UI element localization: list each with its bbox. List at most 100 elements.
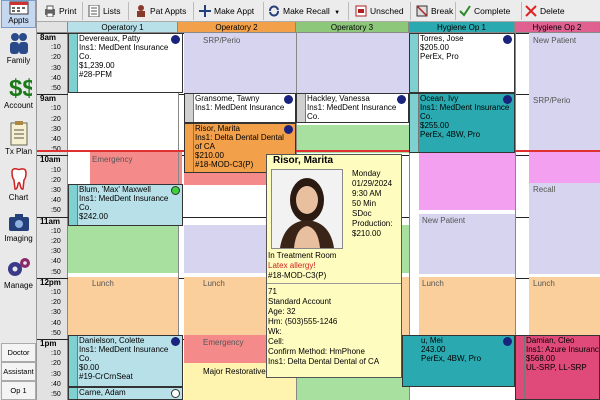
- appointment-mei[interactable]: u, Mei 243.00 PerEx, 4BW, Pro: [402, 335, 515, 387]
- current-time-line: [37, 150, 600, 152]
- appointment-devereaux[interactable]: Devereaux, Patty Ins1: MedDent Insurance…: [68, 33, 183, 93]
- block-label: Major Restorative: [203, 367, 266, 376]
- hour-label: 10am: [40, 155, 61, 165]
- module-sidebar: Appts Family $$ Account Tx Plan Chart Im…: [0, 0, 37, 400]
- make-recall-button[interactable]: Make Recall ▼: [267, 2, 340, 20]
- status-dot-icon: [284, 95, 293, 104]
- assistant-button[interactable]: Assistant: [1, 362, 36, 381]
- appointment-torres[interactable]: Torres, Jose $205.00 PerEx, Pro: [409, 33, 515, 93]
- camera-icon: [8, 214, 29, 231]
- break-icon: [416, 5, 428, 17]
- sidebar-item-appts[interactable]: Appts: [1, 0, 36, 28]
- minute-label: :30: [51, 248, 61, 256]
- minute-label: :30: [51, 309, 61, 317]
- block-label: Emergency: [92, 155, 133, 164]
- minute-label: :10: [51, 350, 61, 358]
- minute-label: :10: [51, 44, 61, 52]
- sidebar-item-txplan[interactable]: Tx Plan: [1, 120, 36, 160]
- sidebar-item-label: Imaging: [4, 234, 33, 243]
- op-header-operatory-1: Operatory 1: [68, 22, 178, 33]
- minute-label: :40: [51, 319, 61, 327]
- lists-button[interactable]: Lists: [87, 2, 120, 20]
- minute-label: :10: [51, 166, 61, 174]
- minute-label: :20: [51, 299, 61, 307]
- op-header-operatory-3: Operatory 3: [296, 22, 409, 33]
- gears-icon: [7, 258, 30, 276]
- minute-label: :20: [51, 115, 61, 123]
- lunch-block: [68, 277, 178, 335]
- minute-label: :30: [51, 125, 61, 133]
- status-dot-icon: [171, 337, 180, 346]
- calendar-icon: [9, 1, 28, 15]
- minute-label: :50: [51, 391, 61, 398]
- dollar-icon: $$: [9, 75, 32, 100]
- block-label: New Patient: [422, 216, 466, 225]
- sidebar-item-manage[interactable]: Manage: [1, 256, 36, 296]
- hour-label: 1pm: [40, 339, 57, 348]
- appointment-hackley[interactable]: Hackley, Vanessa Ins1: MedDent Insurance…: [296, 93, 409, 123]
- minute-label: :50: [51, 207, 61, 215]
- appointment-damian[interactable]: Damian, Cleo Ins1: Azure Insurance $568.…: [515, 335, 600, 400]
- plus-icon: [199, 5, 211, 17]
- checkmark-icon: [459, 5, 471, 17]
- sidebar-item-label: Chart: [8, 193, 29, 202]
- sidebar-item-label: Tx Plan: [4, 147, 33, 156]
- minute-label: :40: [51, 380, 61, 388]
- appointment-toolbar: Print Lists Pat Appts Make Appt Make Rec…: [37, 0, 600, 22]
- make-appt-button[interactable]: Make Appt: [198, 2, 254, 20]
- print-button[interactable]: Print: [43, 2, 76, 20]
- appointment-blum[interactable]: Blum, 'Max' Maxwell Ins1: MedDent Insura…: [68, 184, 183, 226]
- sidebar-item-imaging[interactable]: Imaging: [1, 211, 36, 251]
- patient-icon: [137, 5, 145, 17]
- sidebar-item-family[interactable]: Family: [1, 31, 36, 69]
- appointment-carne[interactable]: Carne, Adam: [68, 387, 183, 400]
- minute-label: :30: [51, 64, 61, 72]
- minute-label: :10: [51, 289, 61, 296]
- block-label: Lunch: [203, 279, 225, 288]
- delete-button[interactable]: Delete: [524, 2, 565, 20]
- unsched-button[interactable]: Unsched: [354, 2, 404, 20]
- delete-x-icon: [525, 5, 537, 17]
- status-dot-icon: [171, 35, 180, 44]
- status-dot-icon: [284, 125, 293, 134]
- minute-label: :30: [51, 370, 61, 378]
- block-label: Recall: [533, 185, 556, 194]
- chevron-down-icon[interactable]: ▼: [334, 10, 340, 16]
- sidebar-item-chart[interactable]: Chart: [1, 166, 36, 206]
- sidebar-item-label: Appts: [8, 16, 29, 25]
- status-dot-icon: [171, 389, 180, 398]
- hour-label: 12pm: [40, 277, 61, 287]
- svg-text:$$: $$: [9, 75, 32, 100]
- block-label: Emergency: [203, 338, 244, 347]
- hour-label: 9am: [40, 94, 57, 104]
- block-label: Lunch: [533, 279, 555, 288]
- sidebar-item-account[interactable]: $$ Account: [1, 74, 36, 114]
- block-label: New Patient: [533, 36, 577, 45]
- allergy-alert: Latex allergy!: [268, 261, 316, 270]
- status-dot-icon: [503, 95, 512, 104]
- minute-label: :40: [51, 74, 61, 82]
- appointment-ocean[interactable]: Ocean, Ivy Ins1: MedDent Insurance Co. $…: [409, 93, 515, 153]
- pat-appts-button[interactable]: Pat Appts: [134, 2, 186, 20]
- popup-patient-name: Risor, Marita: [273, 155, 334, 166]
- recall-arrows-icon: [269, 5, 279, 17]
- minute-label: :40: [51, 136, 61, 143]
- minute-label: :50: [51, 85, 61, 92]
- complete-button[interactable]: Complete: [458, 2, 510, 20]
- printer-icon: [45, 5, 55, 17]
- patient-photo: [271, 169, 343, 249]
- op1-button[interactable]: Op 1: [1, 381, 36, 400]
- status-dot-icon: [171, 186, 180, 195]
- appointment-danielson[interactable]: Danielson, Colette Ins1: MedDent Insuran…: [68, 335, 183, 387]
- status-dot-icon: [503, 337, 512, 346]
- block-label: Lunch: [92, 279, 114, 288]
- doctor-button[interactable]: Doctor: [1, 343, 36, 362]
- tooth-icon: [10, 168, 27, 190]
- minute-label: :30: [51, 187, 61, 194]
- minute-label: :40: [51, 258, 61, 266]
- appointment-gransome[interactable]: Gransome, Tawny Ins1: MedDent Insurance: [184, 93, 296, 123]
- break-button[interactable]: Break: [415, 2, 453, 20]
- block-label: Lunch: [422, 279, 444, 288]
- clipboard-icon: [10, 121, 27, 146]
- list-icon: [88, 5, 100, 17]
